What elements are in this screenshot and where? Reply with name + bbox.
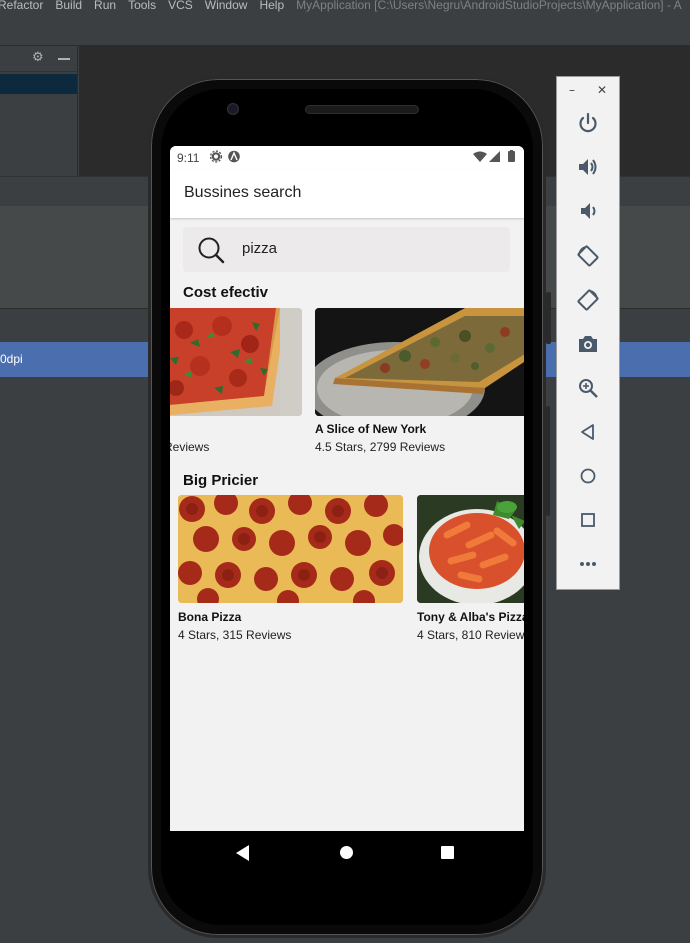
gear-icon[interactable]: ⚙ [32,51,46,65]
panel-selected-item[interactable] [0,74,77,94]
status-notification-icons [209,150,240,166]
power-icon[interactable] [575,110,601,136]
section-title: Cost efectiv [183,284,269,301]
power-side-button [546,292,551,344]
overview-icon[interactable] [575,507,601,533]
menu-refactor[interactable]: Refactor [0,0,43,12]
app-bar: Bussines search [170,170,524,218]
restaurant-card-image[interactable] [315,308,524,416]
menu-window[interactable]: Window [205,0,248,12]
pasta-bowl-photo [417,495,524,603]
status-bar: 9:11 [170,146,524,170]
pizza-slice-plate-photo [315,308,524,416]
volume-side-button [546,406,550,516]
restaurant-name: A Slice of New York [315,422,427,436]
section-title: Big Pricier [183,472,259,489]
ide-toolbar [0,12,690,46]
volume-down-icon[interactable] [575,198,601,224]
restaurant-name: Tony & Alba's Pizza [417,610,524,624]
minimize-icon[interactable]: – [569,84,575,96]
restaurant-name: Bona Pizza [178,610,242,624]
restaurant-card-image[interactable] [417,495,524,603]
emulator-toolbar: – ✕ [556,76,620,590]
menu-vcs[interactable]: VCS [168,0,193,12]
home-icon[interactable] [575,463,601,489]
restaurant-meta: 4 Stars, 810 Reviews [417,628,524,642]
search-input[interactable]: pizza [242,240,277,257]
pepperoni-pizza-photo [178,495,403,603]
minimize-panel-icon[interactable] [58,58,70,60]
earpiece-speaker [305,105,419,114]
more-icon[interactable] [575,551,601,577]
camera-icon[interactable] [575,331,601,357]
selected-row-label: 0dpi [0,352,23,366]
close-icon[interactable]: ✕ [597,84,607,96]
back-icon[interactable] [575,419,601,445]
restaurant-meta: 4.5 Stars, 2799 Reviews [315,440,446,454]
panel-header: ⚙ [0,46,77,72]
settings-notification-icon [209,150,240,163]
home-icon[interactable] [340,846,353,859]
device-screen: 9:11 Bussines search pizza Cost efectiv … [170,146,524,831]
recents-icon[interactable] [441,846,454,859]
back-icon[interactable] [236,845,249,861]
restaurant-card-image[interactable] [170,308,302,416]
signal-battery-icon [473,150,515,162]
menu-run[interactable]: Run [94,0,116,12]
rotate-left-icon[interactable] [575,243,601,269]
app-title: Bussines search [184,184,302,201]
window-title: MyApplication [C:\Users\Negru\AndroidStu… [296,0,682,12]
status-system-icons [472,150,516,166]
restaurant-card-image[interactable] [178,495,403,603]
search-icon[interactable] [197,236,225,264]
restaurant-meta: 4 Stars, 315 Reviews [178,628,292,642]
search-bar[interactable]: pizza [183,227,510,272]
front-camera [227,103,239,115]
menu-build[interactable]: Build [55,0,82,12]
pizza-slice-tomato-photo [170,308,302,416]
volume-up-icon[interactable] [575,154,601,180]
ide-menubar: Refactor Build Run Tools VCS Window Help MyAppl… [0,0,690,12]
menu-help[interactable]: Help [259,0,284,12]
rotate-right-icon[interactable] [575,287,601,313]
menu-tools[interactable]: Tools [128,0,156,12]
ide-left-panel: ⚙ [0,46,78,176]
zoom-icon[interactable] [575,375,601,401]
status-time: 9:11 [177,151,200,165]
navigation-bar [170,831,524,875]
restaurant-meta: Reviews [170,440,210,454]
